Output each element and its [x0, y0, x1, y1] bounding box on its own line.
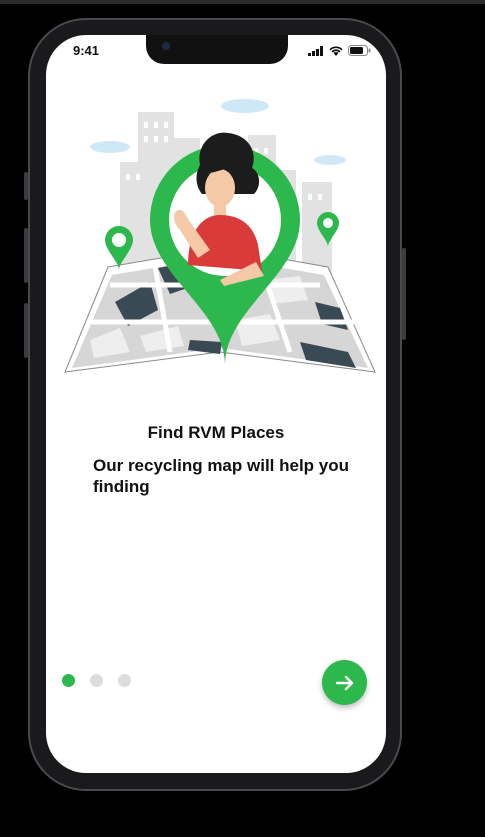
- wifi-icon: [329, 45, 343, 56]
- top-edge: [0, 0, 485, 4]
- page-dot-1[interactable]: [62, 674, 75, 687]
- page-dot-2[interactable]: [90, 674, 103, 687]
- notch: [146, 35, 288, 64]
- side-button-power: [402, 248, 406, 340]
- signal-icon: [308, 45, 323, 56]
- page-indicator: [62, 674, 131, 687]
- side-button-mute: [24, 172, 28, 200]
- side-button-volume-down: [24, 303, 28, 358]
- onboarding-subtitle: Our recycling map will help you finding: [93, 456, 350, 496]
- front-camera: [162, 42, 170, 50]
- map-pin-illustration: [64, 99, 376, 373]
- status-time: 9:41: [73, 43, 100, 58]
- next-button[interactable]: [322, 660, 367, 705]
- onboarding-title: Find RVM Places: [147, 423, 285, 442]
- side-button-volume-up: [24, 228, 28, 283]
- app-screen: 9:41 Find RVM Places Our recycling map w…: [46, 35, 386, 773]
- status-icons: [308, 45, 371, 56]
- battery-icon: [348, 45, 371, 56]
- page-dot-3[interactable]: [118, 674, 131, 687]
- arrow-right-icon: [335, 675, 353, 690]
